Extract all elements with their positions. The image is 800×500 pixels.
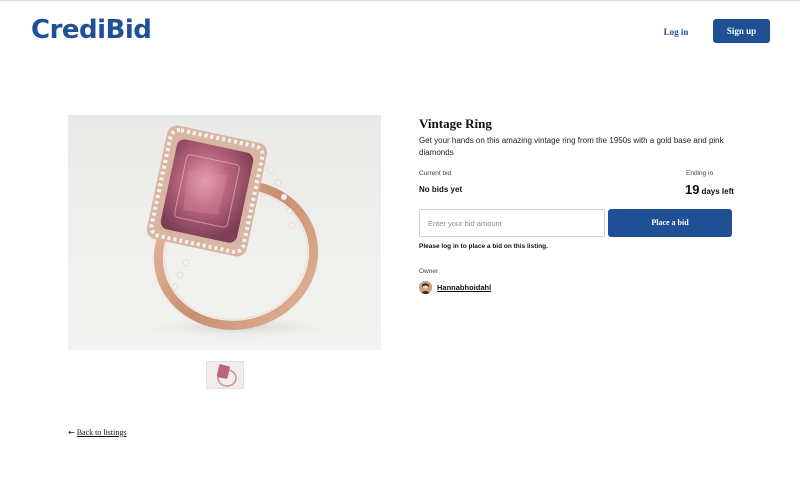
- logo[interactable]: CrediBid: [31, 15, 152, 45]
- back-link-label: Back to listings: [76, 428, 127, 437]
- current-bid-value: No bids yet: [419, 185, 463, 194]
- login-link[interactable]: Log in: [652, 24, 700, 40]
- listing-title: Vintage Ring: [419, 116, 492, 131]
- current-bid-label: Current bid: [419, 170, 452, 177]
- arrow-left-icon: ←: [68, 428, 75, 437]
- place-bid-button[interactable]: Place a bid: [608, 209, 732, 237]
- signup-button[interactable]: Sign up: [713, 19, 770, 43]
- owner-name-link[interactable]: Hannabhoidahl: [437, 283, 491, 292]
- product-thumbnail[interactable]: [206, 361, 244, 389]
- ending-value: 19 days left: [685, 181, 734, 199]
- ending-days-number: 19: [685, 182, 700, 197]
- top-divider: [0, 0, 800, 1]
- product-image: [68, 115, 381, 350]
- listing-description: Get your hands on this amazing vintage r…: [419, 136, 724, 157]
- ending-label: Ending in: [686, 170, 714, 177]
- back-to-listings-link[interactable]: ← Back to listings: [68, 428, 126, 437]
- bid-amount-input[interactable]: [419, 209, 605, 237]
- login-required-note: Please log in to place a bid on this lis…: [419, 243, 548, 250]
- owner-label: Owner: [419, 268, 439, 275]
- avatar[interactable]: [419, 281, 432, 294]
- ending-days-unit: days left: [701, 187, 734, 196]
